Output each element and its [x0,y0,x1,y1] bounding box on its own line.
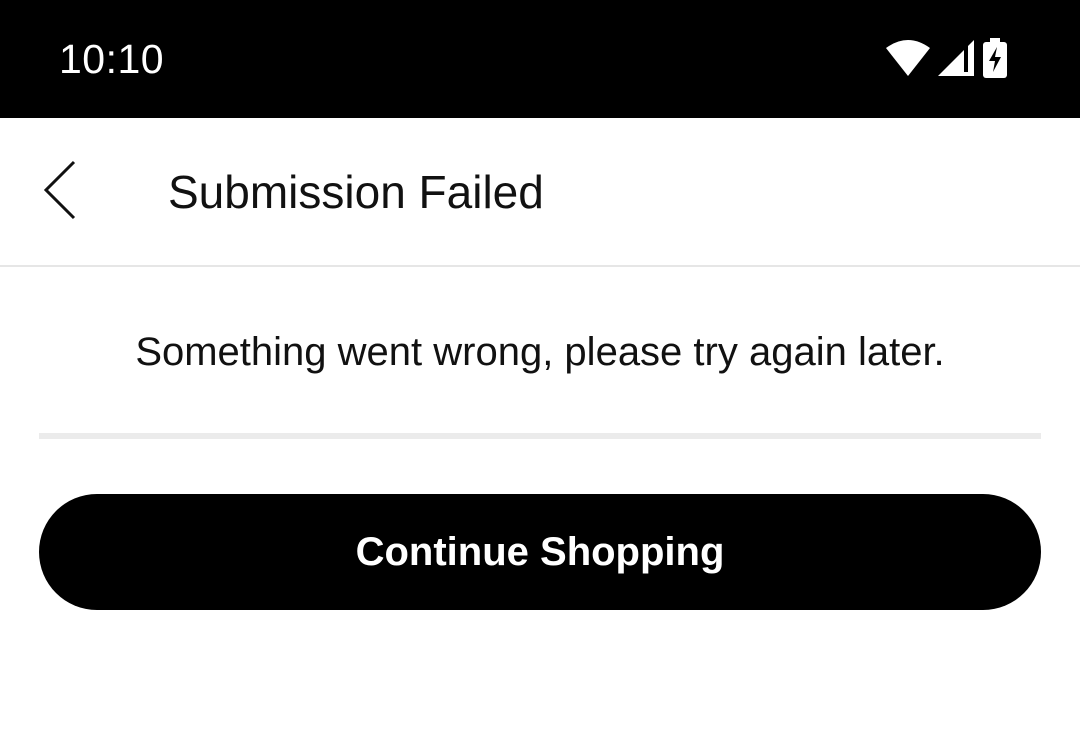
error-message: Something went wrong, please try again l… [135,330,945,374]
wifi-icon [886,40,930,76]
divider [39,433,1041,439]
page-title: Submission Failed [168,166,544,218]
chevron-left-icon [42,160,78,225]
back-button[interactable] [28,156,92,228]
status-bar: 10:10 [0,0,1080,118]
battery-charging-icon [982,38,1008,78]
status-icons [886,38,1008,78]
app-bar: Submission Failed [0,118,1080,267]
status-time: 10:10 [59,36,165,82]
continue-shopping-button[interactable]: Continue Shopping [39,494,1041,610]
signal-icon [938,40,974,76]
